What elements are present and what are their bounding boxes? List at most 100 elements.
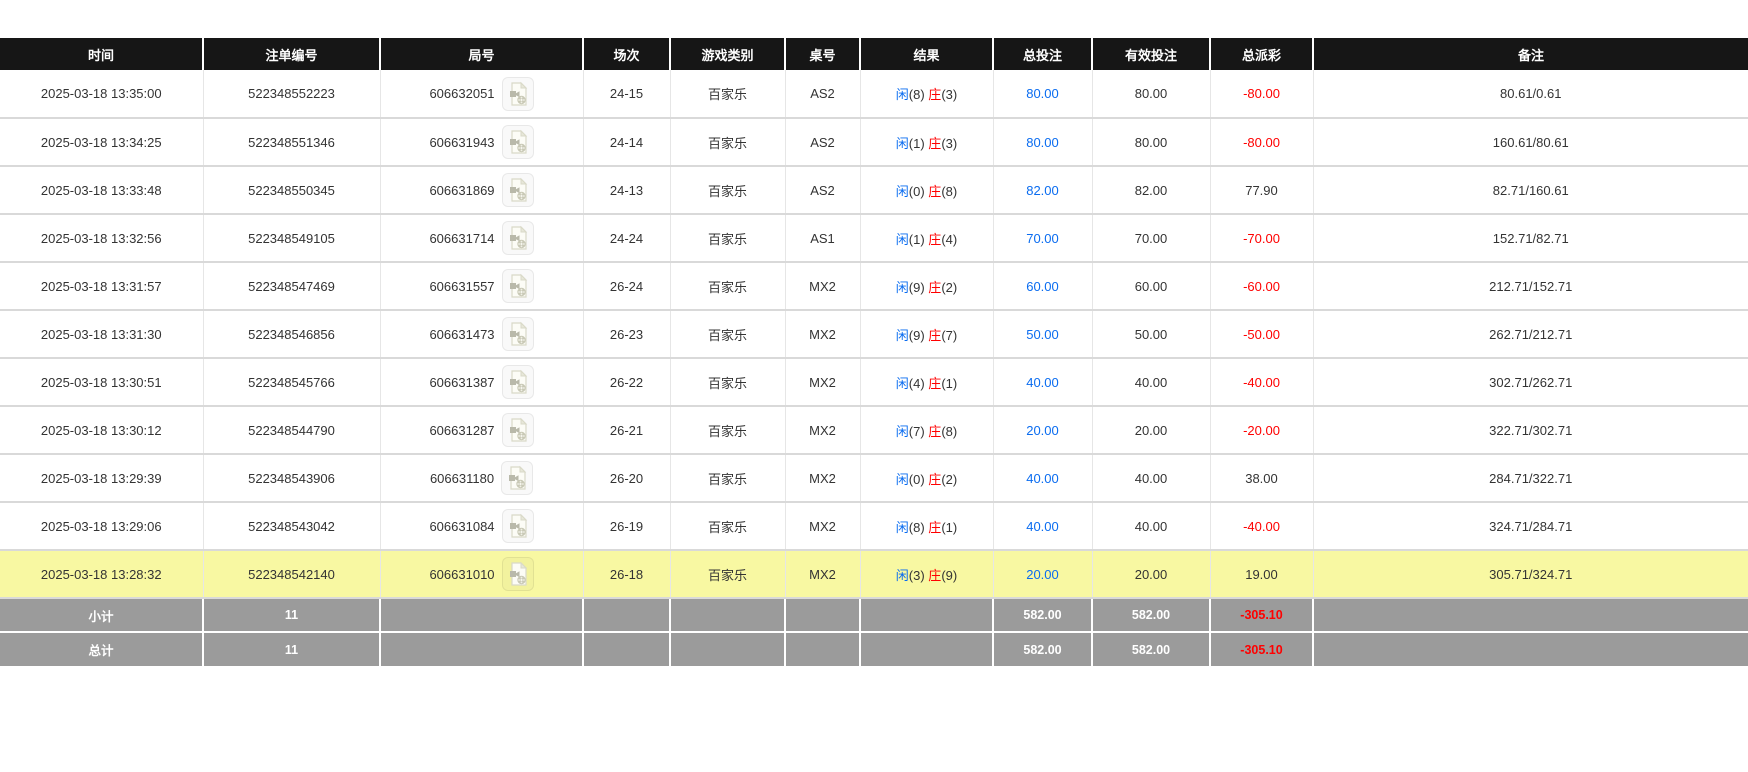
summary-total-bet-cell: 582.00: [993, 598, 1093, 633]
result-player-points: (4): [908, 375, 929, 391]
result-player-label: 闲: [895, 519, 909, 535]
payout-cell: 19.00: [1210, 550, 1314, 599]
session-cell: 26-18: [583, 550, 671, 599]
table-row[interactable]: 2025-03-18 13:30:51 522348545766 606631387…: [0, 358, 1748, 407]
video-replay-button[interactable]: [501, 413, 534, 447]
summary-empty-cell: [583, 632, 671, 666]
payout-value: 19.00: [1245, 566, 1278, 582]
table-row[interactable]: 2025-03-18 13:29:06 522348543042 606631084…: [0, 502, 1748, 551]
result-banker-points: (7): [941, 327, 958, 343]
table-row[interactable]: 2025-03-18 13:29:39 522348543906 606631180…: [0, 454, 1748, 503]
round-no-group: 606631473: [429, 317, 534, 351]
column-header-bet-no: 注单编号: [203, 38, 381, 70]
result-banker-points: (8): [941, 183, 958, 199]
valid-bet-cell: 40.00: [1092, 502, 1211, 551]
table-row[interactable]: 2025-03-18 13:30:12 522348544790 606631287…: [0, 406, 1748, 455]
table-no-cell: MX2: [785, 358, 861, 407]
column-header-valid-bet: 有效投注: [1092, 38, 1211, 70]
payout-cell: -40.00: [1210, 358, 1314, 407]
result-cell: 闲(8) 庄(1): [860, 502, 994, 551]
result-banker-points: (3): [941, 135, 958, 151]
result-player-label: 闲: [895, 183, 909, 199]
summary-empty-cell: [860, 632, 994, 666]
result-banker-points: (4): [941, 231, 958, 247]
round-no-group: 606631180: [430, 461, 534, 495]
result-player-label: 闲: [895, 231, 909, 247]
summary-empty-cell: [860, 598, 994, 633]
table-body: 2025-03-18 13:35:00 522348552223 606632051…: [0, 70, 1748, 599]
payout-cell: -70.00: [1210, 214, 1314, 263]
table-row[interactable]: 2025-03-18 13:34:25 522348551346 606631943…: [0, 118, 1748, 167]
bet-no-cell: 522348543906: [203, 454, 381, 503]
session-cell: 24-24: [583, 214, 671, 263]
video-replay-button[interactable]: [501, 76, 534, 111]
video-replay-button[interactable]: [501, 125, 534, 159]
round-no-cell: 606631943: [380, 118, 584, 167]
payout-cell: -60.00: [1210, 262, 1314, 311]
total-bet-value: 20.00: [1026, 566, 1059, 582]
table-row[interactable]: 2025-03-18 13:31:30 522348546856 606631473…: [0, 310, 1748, 359]
table-no-cell: MX2: [785, 262, 861, 311]
video-replay-button[interactable]: [501, 461, 534, 495]
result-cell: 闲(1) 庄(3): [860, 118, 994, 167]
table-row[interactable]: 2025-03-18 13:33:48 522348550345 606631869…: [0, 166, 1748, 215]
result-banker-label: 庄: [928, 567, 942, 583]
video-replay-button[interactable]: [501, 317, 534, 351]
video-icon: [507, 369, 529, 395]
remark-cell: 302.71/262.71: [1313, 358, 1748, 407]
total-bet-value: 80.00: [1026, 134, 1059, 150]
payout-value: 77.90: [1245, 182, 1278, 198]
summary-empty-cell: [380, 598, 584, 633]
valid-bet-cell: 40.00: [1092, 454, 1211, 503]
round-no-text: 606631869: [429, 182, 495, 198]
time-cell: 2025-03-18 13:29:39: [0, 454, 204, 503]
total-bet-value: 40.00: [1026, 470, 1059, 486]
game-type-cell: 百家乐: [670, 166, 786, 215]
table-row[interactable]: 2025-03-18 13:31:57 522348547469 606631557…: [0, 262, 1748, 311]
video-replay-button[interactable]: [501, 173, 534, 207]
table-summary: 小计 11 582.00 582.00 -305.10 总计 11 582.00 582.00 -…: [0, 598, 1748, 666]
result-banker-points: (1): [941, 375, 958, 391]
valid-bet-cell: 82.00: [1092, 166, 1211, 215]
session-cell: 26-23: [583, 310, 671, 359]
session-cell: 26-22: [583, 358, 671, 407]
round-no-cell: 606631714: [380, 214, 584, 263]
video-icon: [506, 465, 528, 491]
column-header-remark: 备注: [1313, 38, 1748, 70]
video-icon: [507, 225, 529, 251]
video-replay-button[interactable]: [501, 269, 534, 303]
table-no-cell: MX2: [785, 550, 861, 599]
round-no-group: 606631084: [429, 509, 534, 543]
video-icon: [507, 561, 529, 587]
result-banker-label: 庄: [928, 423, 942, 439]
result-banker-points: (2): [941, 471, 958, 487]
table-row[interactable]: 2025-03-18 13:35:00 522348552223 606632051…: [0, 70, 1748, 119]
video-replay-button[interactable]: [501, 557, 534, 591]
payout-cell: 77.90: [1210, 166, 1314, 215]
video-icon: [507, 81, 529, 107]
remark-cell: 262.71/212.71: [1313, 310, 1748, 359]
round-no-text: 606631084: [429, 518, 495, 534]
video-replay-button[interactable]: [501, 221, 534, 255]
result-player-points: (3): [908, 567, 929, 583]
table-row[interactable]: 2025-03-18 13:32:56 522348549105 606631714…: [0, 214, 1748, 263]
payout-value: -40.00: [1243, 518, 1280, 534]
result-banker-points: (8): [941, 423, 958, 439]
round-no-text: 606631010: [429, 566, 495, 582]
result-player-label: 闲: [895, 567, 909, 583]
round-no-text: 606631473: [429, 326, 495, 342]
result-player-points: (8): [908, 87, 929, 102]
time-cell: 2025-03-18 13:34:25: [0, 118, 204, 167]
video-replay-button[interactable]: [501, 509, 534, 543]
round-no-cell: 606631084: [380, 502, 584, 551]
video-replay-button[interactable]: [501, 365, 534, 399]
session-cell: 26-19: [583, 502, 671, 551]
table-row[interactable]: 2025-03-18 13:28:32 522348542140 606631010…: [0, 550, 1748, 599]
game-type-cell: 百家乐: [670, 406, 786, 455]
result-player-points: (7): [908, 423, 929, 439]
round-no-group: 606631010: [429, 557, 534, 591]
round-no-group: 606631287: [429, 413, 534, 447]
valid-bet-cell: 80.00: [1092, 118, 1211, 167]
table-no-cell: MX2: [785, 454, 861, 503]
round-no-cell: 606631180: [380, 454, 584, 503]
